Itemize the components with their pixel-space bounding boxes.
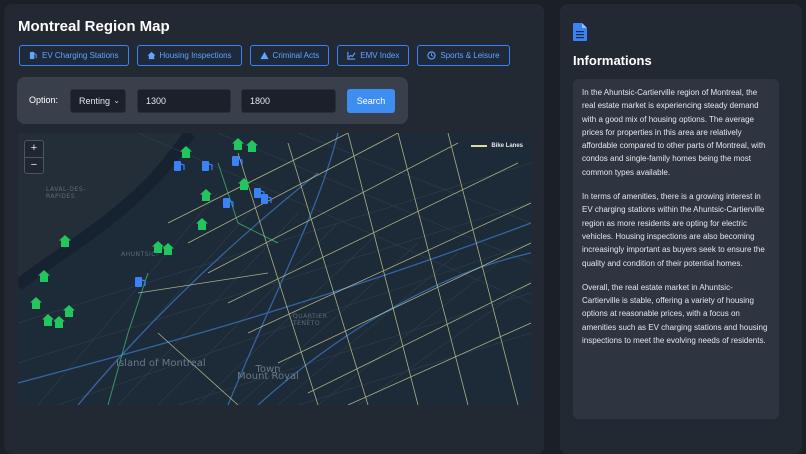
ev-charging-stations-label: EV Charging Stations — [42, 51, 119, 60]
option-label: Option: — [29, 95, 59, 105]
option-select-value: Renting — [79, 96, 111, 106]
map-panel: Montreal Region Map EV Charging Stations… — [4, 4, 544, 454]
sports-leisure-button[interactable]: Sports & Leisure — [417, 45, 510, 66]
criminal-acts-label: Criminal Acts — [272, 51, 320, 60]
map-legend: Bike Lanes — [471, 143, 523, 149]
bike-lane-swatch — [471, 145, 488, 147]
house-icon — [146, 51, 156, 60]
info-title: Informations — [573, 53, 652, 68]
housing-marker[interactable] — [238, 178, 250, 190]
info-paragraph: In terms of amenities, there is a growin… — [582, 192, 765, 268]
map-label-laval: LAVAL-DES- RAPIDES — [46, 186, 86, 200]
housing-inspections-label: Housing Inspections — [159, 51, 232, 60]
housing-marker[interactable] — [246, 140, 258, 152]
housing-marker[interactable] — [30, 297, 42, 309]
housing-marker[interactable] — [180, 146, 192, 158]
ev-charging-marker[interactable] — [260, 193, 272, 205]
map-label-quartier: QUARTIER TÉNÉTO — [293, 313, 328, 327]
housing-inspections-button[interactable]: Housing Inspections — [136, 45, 242, 66]
housing-marker[interactable] — [38, 270, 50, 282]
info-content: In the Ahuntsic-Cartierville region of M… — [573, 79, 779, 419]
ev-charging-marker[interactable] — [201, 160, 213, 172]
filter-panel: Option: Renting ⌄ 1300 1800 Search — [17, 77, 408, 124]
max-price-input[interactable]: 1800 — [241, 89, 336, 113]
ev-charging-stations-button[interactable]: EV Charging Stations — [19, 45, 129, 66]
document-icon — [573, 23, 587, 41]
chart-icon — [347, 51, 356, 60]
emv-index-label: EMV Index — [360, 51, 400, 60]
chevron-down-icon: ⌄ — [113, 96, 120, 105]
map-view[interactable]: + − Bike Lanes LAVAL-DES- RAPIDES AHUNTS… — [18, 133, 531, 405]
zoom-out-button[interactable]: − — [25, 158, 43, 174]
search-button[interactable]: Search — [347, 89, 395, 113]
zoom-in-button[interactable]: + — [25, 141, 43, 158]
housing-marker[interactable] — [53, 316, 65, 328]
layer-toggle-bar: EV Charging Stations Housing Inspections… — [19, 45, 510, 66]
sports-leisure-label: Sports & Leisure — [440, 51, 500, 60]
housing-marker[interactable] — [196, 218, 208, 230]
housing-marker[interactable] — [162, 243, 174, 255]
info-panel: Informations In the Ahuntsic-Cartiervill… — [560, 4, 802, 454]
info-paragraph: In the Ahuntsic-Cartierville region of M… — [582, 88, 766, 177]
info-paragraph: Overall, the real estate market in Ahunt… — [582, 282, 768, 346]
charging-station-icon — [29, 51, 38, 60]
option-select[interactable]: Renting ⌄ — [70, 89, 126, 113]
clock-icon — [427, 51, 437, 60]
housing-marker[interactable] — [59, 235, 71, 247]
map-label-mount-royal: Town Mount Royal — [237, 364, 299, 382]
criminal-acts-button[interactable]: Criminal Acts — [249, 45, 330, 66]
ev-charging-marker[interactable] — [173, 160, 185, 172]
page-title: Montreal Region Map — [18, 18, 170, 35]
ev-charging-marker[interactable] — [222, 197, 234, 209]
map-label-island: Island of Montreal — [116, 358, 206, 369]
zoom-control: + − — [24, 140, 44, 174]
housing-marker[interactable] — [232, 138, 244, 150]
housing-marker[interactable] — [200, 189, 212, 201]
warning-icon — [259, 51, 269, 60]
legend-label: Bike Lanes — [491, 143, 523, 149]
ev-charging-marker[interactable] — [231, 155, 243, 167]
ev-charging-marker[interactable] — [134, 276, 146, 288]
min-price-input[interactable]: 1300 — [137, 89, 231, 113]
emv-index-button[interactable]: EMV Index — [337, 45, 410, 66]
